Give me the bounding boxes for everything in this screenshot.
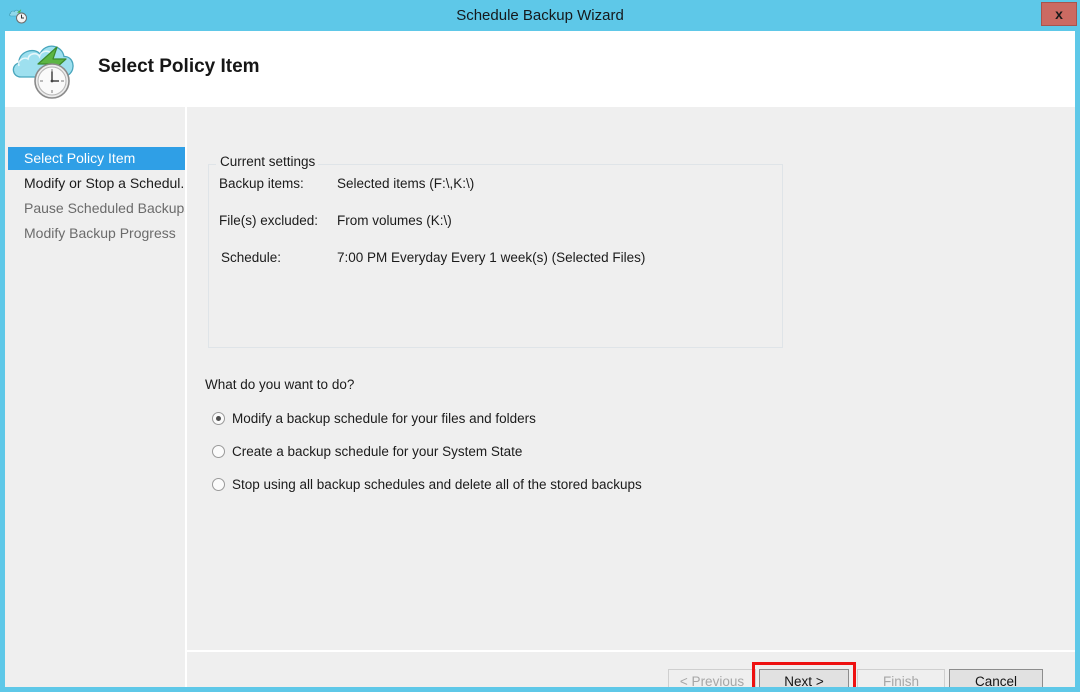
sidebar-item-modify-or-stop-a-schedule[interactable]: Modify or Stop a Schedul... <box>8 172 192 195</box>
question-label: What do you want to do? <box>205 377 355 392</box>
close-icon: x <box>1055 6 1063 22</box>
wizard-client-area: Select Policy Item Select Policy Item Mo… <box>5 31 1075 687</box>
setting-label-files-excluded: File(s) excluded: <box>219 213 319 228</box>
groupbox-legend: Current settings <box>217 154 319 169</box>
radio-create-system-state-schedule[interactable]: Create a backup schedule for your System… <box>212 444 522 459</box>
radio-label-modify-backup-schedule: Modify a backup schedule for your files … <box>232 411 536 426</box>
title-bar: Schedule Backup Wizard x <box>0 0 1080 31</box>
setting-value-files-excluded: From volumes (K:\) <box>337 213 452 228</box>
window-title: Schedule Backup Wizard <box>456 7 624 24</box>
cancel-button-label: Cancel <box>974 674 1018 687</box>
cloud-backup-clock-icon <box>12 45 74 99</box>
previous-button[interactable]: < Previous <box>668 669 756 687</box>
previous-button-rest: revious <box>700 674 745 687</box>
radio-modify-backup-schedule[interactable]: Modify a backup schedule for your files … <box>212 411 536 426</box>
radio-button-icon <box>212 445 225 458</box>
close-button[interactable]: x <box>1041 2 1077 26</box>
schedule-backup-wizard-window: Schedule Backup Wizard x Select Policy I… <box>0 0 1080 692</box>
finish-button-rest: inish <box>891 674 919 687</box>
previous-button-accel: P <box>691 674 701 687</box>
radio-stop-all-schedules[interactable]: Stop using all backup schedules and dele… <box>212 477 642 492</box>
groupbox-border-top-right <box>286 164 783 165</box>
radio-label-stop-all-schedules: Stop using all backup schedules and dele… <box>232 477 642 492</box>
setting-value-schedule: 7:00 PM Everyday Every 1 week(s) (Select… <box>337 250 646 265</box>
groupbox-border-top-left <box>208 164 216 165</box>
next-button-highlight <box>752 662 856 687</box>
finish-button-accel: F <box>882 674 892 687</box>
previous-button-prefix: < <box>679 674 692 687</box>
finish-button[interactable]: Finish <box>857 669 945 687</box>
setting-value-backup-items: Selected items (F:\,K:\) <box>337 176 475 191</box>
wizard-header: Select Policy Item <box>5 31 1075 107</box>
page-title: Select Policy Item <box>98 56 260 77</box>
radio-button-icon <box>212 478 225 491</box>
wizard-step-list: Select Policy Item Modify or Stop a Sche… <box>5 107 192 687</box>
setting-label-backup-items: Backup items: <box>219 176 304 191</box>
sidebar-item-pause-scheduled-backups[interactable]: Pause Scheduled Backups <box>8 197 191 220</box>
sidebar-item-select-policy-item[interactable]: Select Policy Item <box>8 147 185 170</box>
radio-button-icon <box>212 412 225 425</box>
wizard-main-pane: Current settings Backup items: Selected … <box>187 107 1075 687</box>
footer-separator <box>187 650 1075 652</box>
cancel-button[interactable]: Cancel <box>949 669 1043 687</box>
sidebar-item-modify-backup-progress[interactable]: Modify Backup Progress <box>8 222 185 245</box>
setting-label-schedule: Schedule: <box>221 250 282 265</box>
radio-label-create-system-state-schedule: Create a backup schedule for your System… <box>232 444 523 459</box>
